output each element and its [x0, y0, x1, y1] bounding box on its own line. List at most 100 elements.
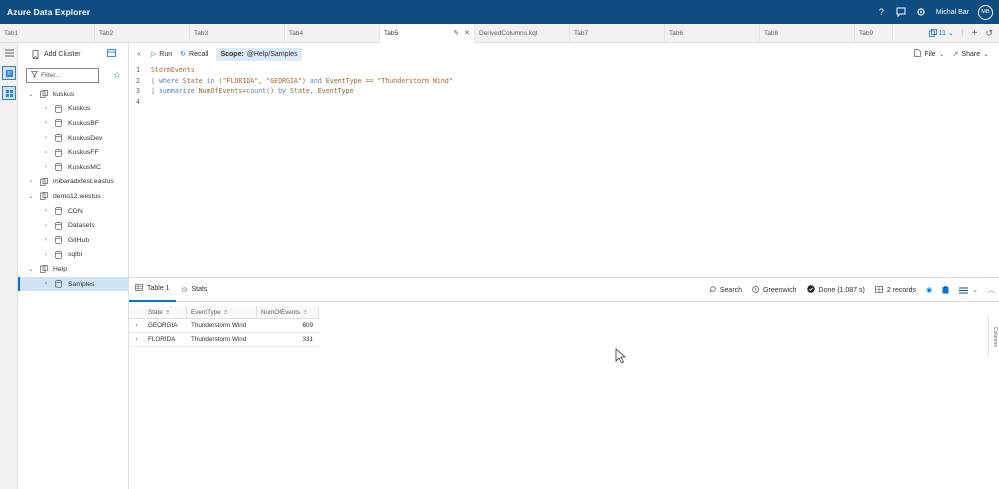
clipboard-icon[interactable] — [942, 286, 949, 294]
code-line[interactable]: 4 — [129, 97, 999, 108]
help-icon[interactable]: ? — [876, 7, 887, 18]
search-icon — [709, 285, 716, 295]
line-number: 2 — [136, 76, 140, 85]
tree-database-item[interactable]: › KuskusBF — [18, 116, 128, 131]
tree-database-item[interactable]: › KuskusMC — [18, 160, 128, 175]
column-menu-icon[interactable]: ≡ — [166, 309, 170, 316]
row-expand-icon[interactable]: › — [129, 337, 144, 343]
collapse-pane-icon[interactable] — [107, 49, 116, 59]
query-editor[interactable]: 1 StormEvents 2 | where State in ("FLORIDA"… — [129, 65, 999, 277]
tab-1[interactable]: Tab1 — [0, 24, 95, 43]
share-menu[interactable]: ⇗ Share ⌄ — [953, 50, 989, 59]
layout-menu[interactable]: ⌄ — [959, 286, 978, 294]
chevron-down-icon[interactable]: ⌄ — [26, 266, 36, 273]
row-expand-icon[interactable]: › — [129, 323, 144, 329]
undo-close-icon[interactable]: ↺ — [985, 28, 993, 39]
file-menu[interactable]: File ⌄ — [914, 49, 945, 59]
avatar[interactable]: MB — [978, 4, 993, 20]
table-row[interactable]: › GEORGIA Thunderstorm Wind 609 — [129, 319, 319, 333]
filter-icon — [30, 70, 39, 80]
dashboard-icon[interactable] — [2, 86, 16, 100]
table-row[interactable]: › FLORIDA Thunderstorm Wind 331 — [129, 333, 319, 347]
tree-cluster-item[interactable]: ⌄ kuskus — [18, 87, 128, 102]
tab-2[interactable]: Tab2 — [95, 24, 190, 43]
tree-database-item[interactable]: › Kuskus — [18, 102, 128, 117]
tree-cluster-item[interactable]: › mibaradxtest.eastus — [18, 175, 128, 190]
results-tab-stats[interactable]: ⊙ Stats — [176, 278, 214, 302]
chevron-down-icon[interactable]: ⌄ — [26, 193, 36, 200]
settings-icon[interactable] — [916, 7, 927, 18]
search-results-button[interactable]: Search — [709, 285, 742, 295]
chevron-right-icon[interactable]: › — [26, 179, 36, 185]
chevron-right-icon[interactable]: › — [41, 252, 51, 258]
column-header[interactable]: EventType ≡ — [187, 306, 257, 318]
column-header[interactable]: State ≡ — [144, 306, 187, 318]
tree-cluster-item[interactable]: ⌄ demo12.westus — [18, 189, 128, 204]
tab-8[interactable]: Tab8 — [760, 24, 855, 43]
chevron-right-icon[interactable]: › — [41, 106, 51, 112]
tab-3[interactable]: Tab3 — [190, 24, 285, 43]
results-tab-label: Table 1 — [147, 285, 170, 292]
database-icon — [54, 148, 63, 157]
run-button[interactable]: ▷ Run — [151, 50, 173, 59]
line-number: 4 — [136, 97, 140, 106]
tree-database-item[interactable]: › Samples — [18, 276, 128, 292]
tab-7[interactable]: Tab7 — [570, 24, 665, 43]
chevron-right-icon[interactable]: › — [41, 281, 51, 287]
tab-6[interactable]: Tab6 — [665, 24, 760, 43]
query-icon[interactable] — [2, 66, 16, 80]
filter-input[interactable]: Filter... — [26, 67, 99, 83]
collapse-results-icon[interactable]: ︿ — [988, 285, 995, 295]
tab-count: 11 — [938, 29, 946, 37]
query-tabs: Tab1 Tab2 Tab3 Tab4 Tab5 ✎ ✕ DerivedColu… — [0, 24, 999, 43]
code-line[interactable]: 2 | where State in ("FLORIDA", "GEORGIA")… — [129, 76, 999, 87]
column-menu-icon[interactable]: ≡ — [303, 309, 307, 316]
tree-cluster-item[interactable]: ⌄ Help — [18, 262, 128, 277]
chevron-right-icon[interactable]: › — [41, 150, 51, 156]
tree-database-item[interactable]: › CDN — [18, 204, 128, 219]
tab-5[interactable]: Tab5 ✎ ✕ — [380, 24, 475, 43]
chevron-right-icon[interactable]: › — [41, 164, 51, 170]
cluster-icon — [39, 265, 48, 274]
column-header[interactable]: NumOfEvents ≡ — [257, 306, 319, 318]
tree-database-item[interactable]: › GitHub — [18, 233, 128, 248]
tab-derived-columns[interactable]: DerivedColumns.kql — [475, 24, 570, 43]
code-token: where — [158, 76, 179, 85]
tab-4[interactable]: Tab4 — [285, 24, 380, 43]
results-tab-table[interactable]: Table 1 — [129, 278, 176, 302]
add-tab-icon[interactable]: + — [972, 28, 978, 39]
menu-icon[interactable] — [2, 46, 16, 60]
chevron-right-icon[interactable]: › — [41, 223, 51, 229]
chevron-right-icon[interactable]: › — [41, 208, 51, 214]
chevron-down-icon: ⌄ — [972, 287, 978, 294]
chevron-right-icon[interactable]: › — [41, 135, 51, 141]
columns-pane-toggle[interactable]: Columns — [988, 316, 999, 356]
database-icon — [54, 134, 63, 143]
tree-database-item[interactable]: › sqlbi — [18, 248, 128, 263]
timezone-button[interactable]: Greenwich — [752, 285, 797, 295]
tabs-list-button[interactable]: 11 ⌄ — [928, 29, 954, 37]
tree-database-item[interactable]: › KuskusDev — [18, 131, 128, 146]
favorites-icon[interactable]: ☆ — [113, 70, 121, 81]
chevron-down-icon[interactable]: ⌄ — [26, 91, 36, 98]
collapse-left-icon[interactable]: « — [137, 51, 141, 58]
chevron-right-icon[interactable]: › — [41, 120, 51, 126]
database-icon — [54, 207, 63, 216]
code-line[interactable]: 1 StormEvents — [129, 65, 999, 76]
tree-database-item[interactable]: › KuskusFF — [18, 145, 128, 160]
run-label: Run — [159, 50, 173, 58]
chevron-right-icon[interactable]: › — [41, 237, 51, 243]
filter-placeholder: Filter... — [41, 71, 61, 79]
column-menu-icon[interactable]: ≡ — [224, 309, 228, 316]
code-line[interactable]: 3 | summarize NumOfEvents=count() by Stat… — [129, 86, 999, 97]
close-tab-icon[interactable]: ✕ — [464, 29, 470, 37]
feedback-icon[interactable] — [896, 7, 907, 18]
rename-tab-icon[interactable]: ✎ — [453, 29, 459, 37]
visibility-icon[interactable]: ◉ — [926, 286, 932, 294]
scope-badge[interactable]: Scope: @Help/Samples — [216, 47, 302, 61]
add-cluster-button[interactable]: Add Cluster — [32, 49, 81, 59]
recall-button[interactable]: ↻ Recall — [180, 50, 208, 59]
tab-9[interactable]: Tab9 — [855, 24, 893, 43]
tree-database-item[interactable]: › Datasets — [18, 218, 128, 233]
column-header-label: State — [148, 308, 163, 316]
